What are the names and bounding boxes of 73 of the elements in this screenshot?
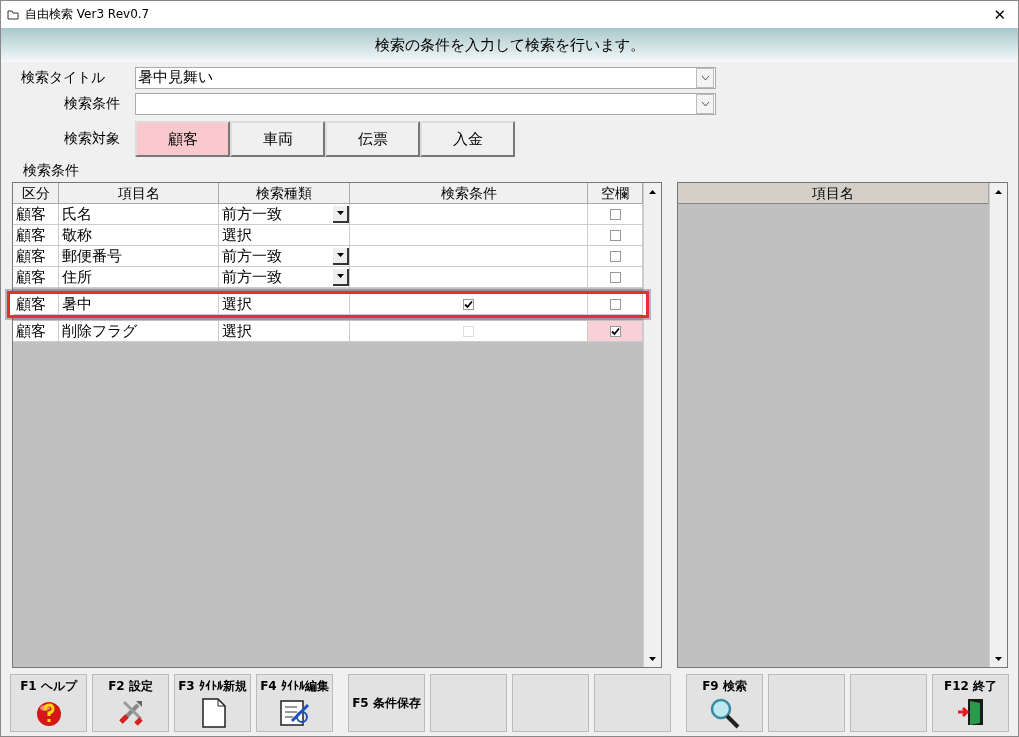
dropdown-button[interactable] [333,268,349,286]
app-icon [7,9,19,20]
blank-function-button[interactable] [512,674,589,732]
table-cell: 選択 [222,225,252,245]
table-cell: 顧客 [16,294,46,314]
window-title: 自由検索 Ver3 Rev0.7 [25,6,151,23]
column-header: 項目名 [678,183,989,204]
field-label: 検索タイトル [20,68,106,87]
checkbox[interactable] [609,250,621,262]
blank-function-button[interactable] [430,674,507,732]
dropdown-icon [700,74,710,81]
checkbox[interactable] [609,229,621,241]
function-key-button[interactable]: F4 ﾀｲﾄﾙ編集 [256,674,333,732]
title-combobox[interactable]: 暑中見舞い [135,66,716,89]
table-cell: 顧客 [16,267,46,287]
table-cell: 削除フラグ [62,321,137,341]
target-toggle-button[interactable]: 車両 [230,121,325,157]
function-key-button[interactable]: F1 ヘルプ [10,674,87,732]
target-toggle-button[interactable]: 顧客 [135,121,230,157]
banner-text: 検索の条件を入力して検索を行います。 [374,35,645,55]
caret-icon [336,274,344,278]
scrollbar[interactable] [643,183,661,667]
blank-function-button[interactable] [594,674,671,732]
close-button[interactable]: ✕ [987,5,1012,24]
table-cell: 顧客 [16,246,46,266]
table-cell: 敬称 [62,225,92,245]
field-label: 検索条件 [63,94,121,113]
function-key-button[interactable]: F12 終了 [932,674,1009,732]
field-label: 検索対象 [63,130,121,148]
scroll-down-icon [995,656,1002,661]
condition-combobox[interactable] [135,92,716,115]
table-cell: 顧客 [16,225,46,245]
scroll-up-icon [649,189,656,194]
table-cell: 郵便番号 [62,246,122,266]
blank-function-button[interactable] [768,674,845,732]
table-cell: 前方一致 [222,267,282,287]
table-cell: 選択 [222,321,252,341]
target-toggle-button[interactable]: 伝票 [325,121,420,157]
table-cell: 前方一致 [222,204,282,224]
checkbox[interactable] [609,208,621,220]
dropdown-icon [700,100,710,107]
table-cell: 氏名 [62,204,92,224]
scrollbar[interactable] [989,183,1007,667]
checkbox[interactable] [609,325,621,337]
table-cell: 顧客 [16,321,46,341]
function-key-button[interactable]: F3 ﾀｲﾄﾙ新規 [174,674,251,732]
dropdown-button[interactable] [333,247,349,265]
checkbox[interactable] [463,298,474,310]
table-cell: 住所 [62,267,92,287]
table-cell: 顧客 [16,204,46,224]
table-cell: 選択 [222,294,252,314]
column-header: 検索条件 [350,183,588,204]
function-key-button[interactable]: F5 条件保存 [348,674,425,732]
blank-function-button[interactable] [850,674,927,732]
scroll-up-icon [995,189,1002,194]
table-cell: 前方一致 [222,246,282,266]
section-label: 検索条件 [23,162,80,180]
function-key-button[interactable]: F9 検索 [686,674,763,732]
table-cell: 暑中 [62,294,92,314]
column-header: 区分 [13,183,59,204]
exit-door-icon [955,697,986,727]
dropdown-button[interactable] [333,205,349,223]
caret-icon [336,211,344,215]
checkbox[interactable] [609,298,621,310]
function-key-button[interactable]: F2 設定 [92,674,169,732]
target-toggle-button[interactable]: 入金 [420,121,515,157]
checkbox[interactable] [609,271,621,283]
column-header: 項目名 [59,183,219,204]
caret-icon [336,253,344,257]
column-header: 空欄 [588,183,643,204]
column-header: 検索種類 [219,183,350,204]
edit-document-icon [277,697,312,727]
scroll-down-icon [649,656,656,661]
